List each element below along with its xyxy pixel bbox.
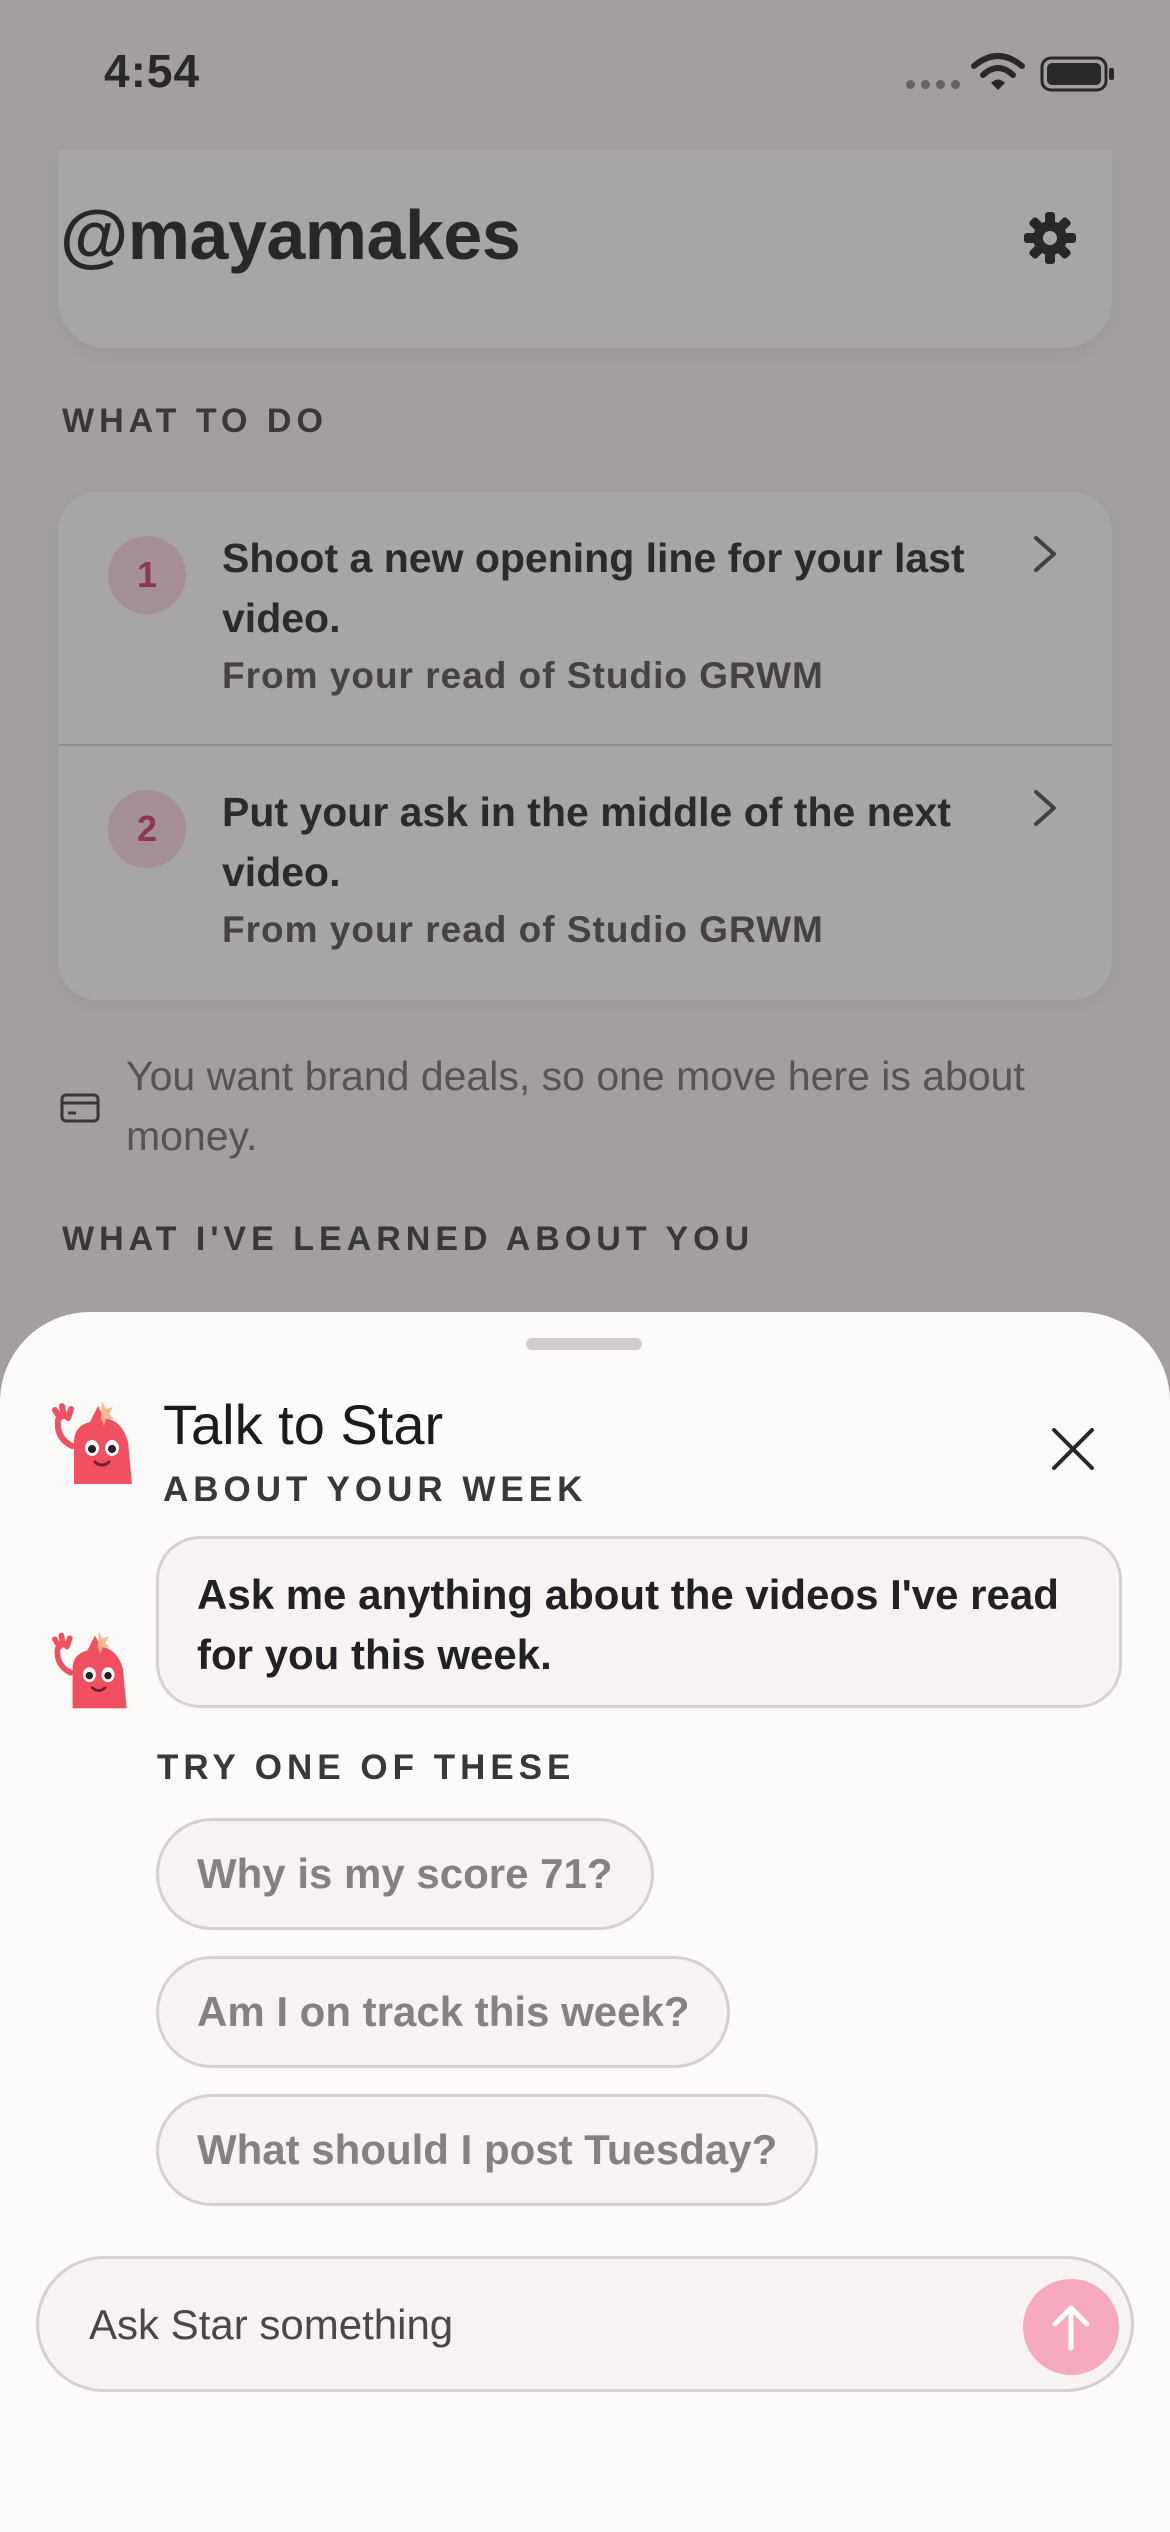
close-icon[interactable] — [1046, 1422, 1100, 1476]
screen: 4:54 @mayamakes WHAT TO DO 1 Shoot a new… — [0, 0, 1170, 2532]
sheet-title: Talk to Star — [163, 1393, 444, 1456]
send-button[interactable] — [1023, 2279, 1119, 2375]
suggestion-chip[interactable]: Why is my score 71? — [156, 1818, 654, 1930]
arrow-up-icon — [1052, 2305, 1090, 2351]
ask-star-input[interactable] — [89, 2289, 989, 2361]
talk-to-star-sheet: Talk to Star ABOUT YOUR WEEK Ask me anyt… — [0, 1312, 1170, 2532]
star-mascot-avatar — [52, 1402, 132, 1484]
star-message-bubble: Ask me anything about the videos I've re… — [156, 1536, 1122, 1708]
sheet-grabber[interactable] — [526, 1338, 642, 1350]
suggestions-label: TRY ONE OF THESE — [157, 1748, 576, 1787]
sheet-subtitle: ABOUT YOUR WEEK — [163, 1470, 588, 1509]
message-composer — [36, 2256, 1134, 2392]
star-mascot-avatar — [52, 1631, 127, 1709]
suggestion-chip[interactable]: Am I on track this week? — [156, 1956, 731, 2068]
suggestion-chip[interactable]: What should I post Tuesday? — [156, 2094, 819, 2206]
